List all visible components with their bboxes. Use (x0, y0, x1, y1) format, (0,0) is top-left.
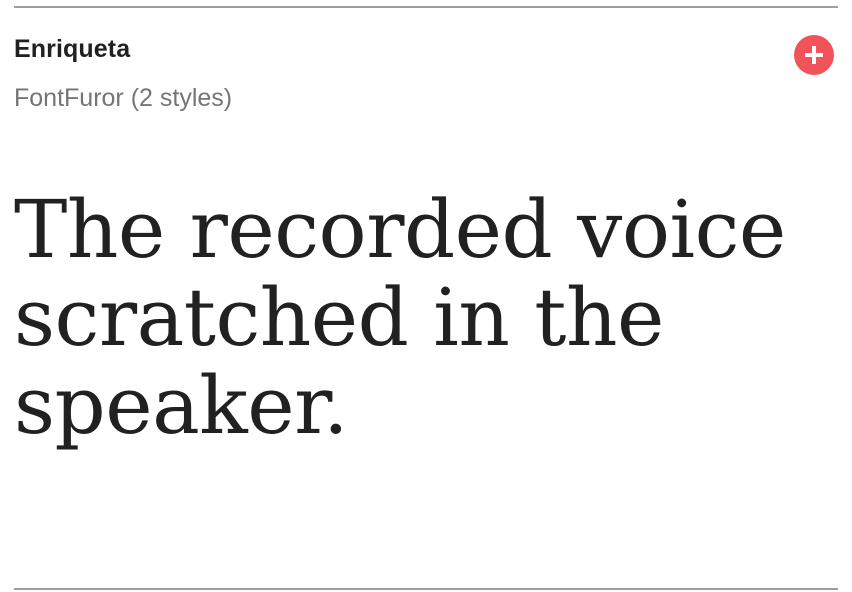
plus-icon (803, 44, 825, 66)
font-sample-text: The recorded voice scratched in the spea… (14, 183, 786, 452)
add-font-button[interactable] (794, 35, 834, 75)
font-name[interactable]: Enriqueta (14, 35, 130, 64)
font-foundry-styles: FontFuror (2 styles) (14, 84, 233, 112)
font-card: Enriqueta FontFuror (2 styles) The recor… (14, 6, 838, 590)
